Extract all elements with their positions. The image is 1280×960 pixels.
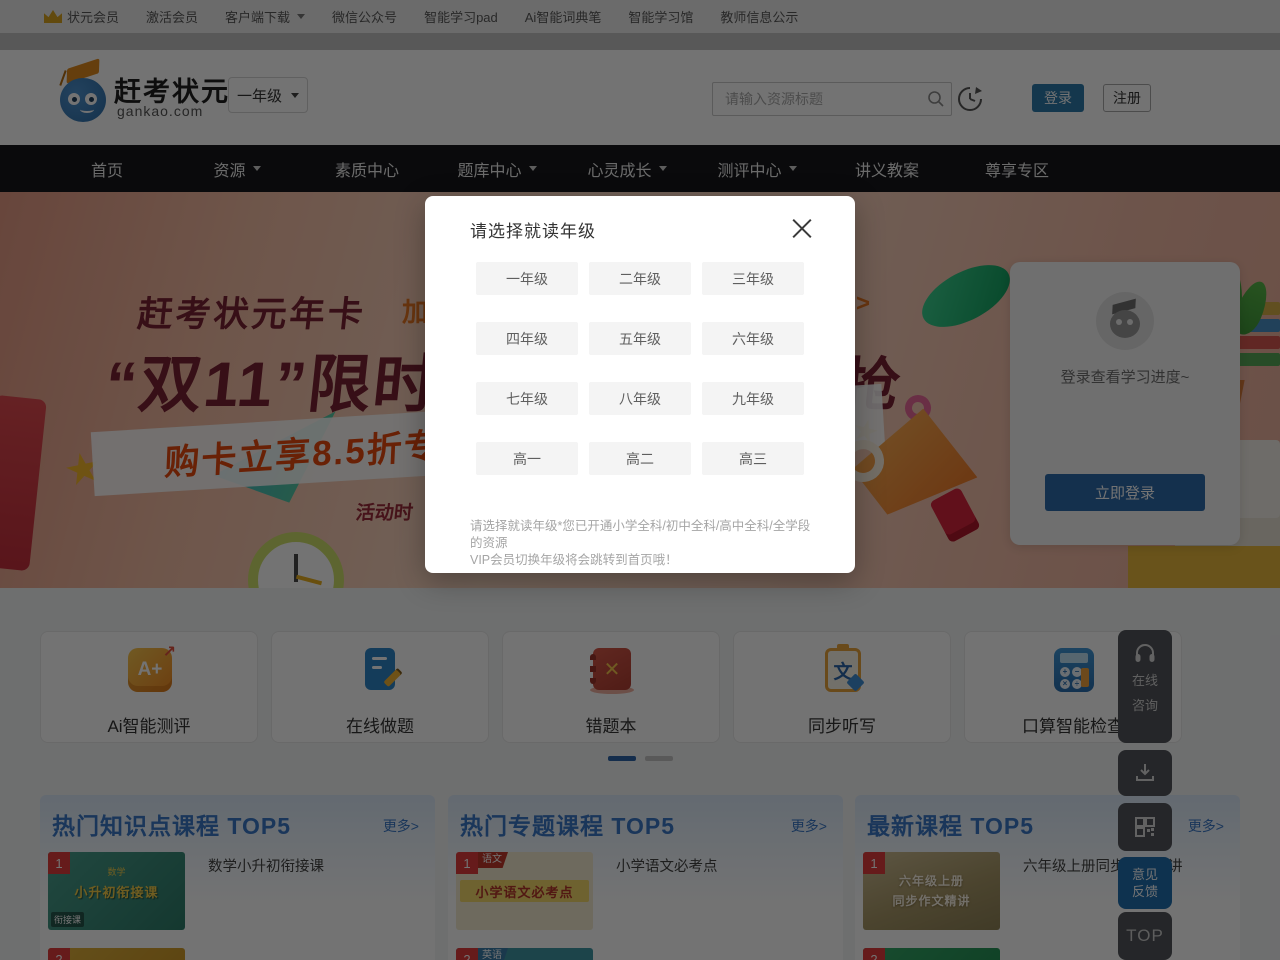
grade-button-g3[interactable]: 三年级 — [702, 262, 804, 295]
modal-note-line1: 请选择就读年级*您已开通小学全科/初中全科/高中全科/全学段的资源 — [470, 518, 822, 552]
grade-button-g6[interactable]: 六年级 — [702, 322, 804, 355]
grade-button-g8[interactable]: 八年级 — [589, 382, 691, 415]
close-icon[interactable] — [791, 217, 813, 239]
grade-select-modal: 请选择就读年级 一年级 二年级 三年级 四年级 五年级 六年级 七年级 八年级 … — [425, 196, 855, 573]
modal-note: 请选择就读年级*您已开通小学全科/初中全科/高中全科/全学段的资源 VIP会员切… — [470, 518, 822, 569]
modal-title: 请选择就读年级 — [470, 217, 596, 242]
grade-button-h3[interactable]: 高三 — [702, 442, 804, 475]
grade-button-h1[interactable]: 高一 — [476, 442, 578, 475]
modal-note-line2: VIP会员切换年级将会跳转到首页哦！ — [470, 552, 822, 569]
grade-button-g4[interactable]: 四年级 — [476, 322, 578, 355]
grade-button-g1[interactable]: 一年级 — [476, 262, 578, 295]
grade-button-g2[interactable]: 二年级 — [589, 262, 691, 295]
page-root: 状元会员 激活会员 客户端下载 微信公众号 智能学习pad Ai智能词典笔 智能… — [0, 0, 1280, 960]
grade-button-h2[interactable]: 高二 — [589, 442, 691, 475]
grade-button-g5[interactable]: 五年级 — [589, 322, 691, 355]
grade-button-g7[interactable]: 七年级 — [476, 382, 578, 415]
grade-button-g9[interactable]: 九年级 — [702, 382, 804, 415]
